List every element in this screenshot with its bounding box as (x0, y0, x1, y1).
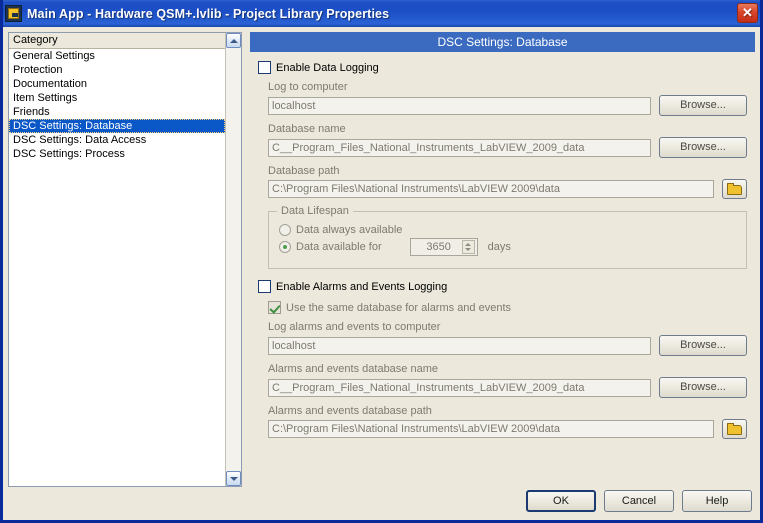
data-available-for-radio[interactable] (279, 241, 291, 253)
category-item-general-settings[interactable]: General Settings (9, 49, 225, 63)
enable-alarms-logging-row[interactable]: Enable Alarms and Events Logging (258, 280, 755, 293)
database-name-row: C__Program_Files_National_Instruments_La… (268, 137, 747, 158)
alarms-database-path-folder-button[interactable] (722, 419, 747, 439)
cancel-button[interactable]: Cancel (604, 490, 674, 512)
days-stepper-arrows-icon[interactable] (461, 240, 475, 254)
enable-alarms-logging-checkbox[interactable] (258, 280, 271, 293)
data-lifespan-title: Data Lifespan (277, 205, 353, 217)
enable-data-logging-row[interactable]: Enable Data Logging (258, 61, 755, 74)
database-name-browse-button[interactable]: Browse... (659, 137, 747, 158)
enable-data-logging-label: Enable Data Logging (276, 61, 379, 74)
category-item-dsc-settings-data-access[interactable]: DSC Settings: Data Access (9, 133, 225, 147)
title-bar: Main App - Hardware QSM+.lvlib - Project… (3, 0, 760, 27)
data-available-for-label: Data available for (296, 241, 382, 253)
days-stepper[interactable]: 3650 (409, 238, 478, 256)
dialog-footer: OK Cancel Help (518, 490, 752, 512)
window-title: Main App - Hardware QSM+.lvlib - Project… (27, 6, 390, 21)
log-alarms-to-computer-label: Log alarms and events to computer (268, 321, 441, 333)
log-alarms-to-computer-row: localhost Browse... (268, 335, 747, 356)
properties-dialog-window: Main App - Hardware QSM+.lvlib - Project… (0, 0, 763, 523)
ok-button[interactable]: OK (526, 490, 596, 512)
database-path-label: Database path (268, 165, 340, 177)
database-name-input[interactable]: C__Program_Files_National_Instruments_La… (268, 138, 651, 157)
data-lifespan-group: Data Lifespan Data always available Data… (268, 205, 747, 269)
category-item-dsc-settings-database[interactable]: DSC Settings: Database (9, 119, 225, 133)
alarms-database-name-label: Alarms and events database name (268, 363, 438, 375)
category-item-item-settings[interactable]: Item Settings (9, 91, 225, 105)
log-to-computer-browse-button[interactable]: Browse... (659, 95, 747, 116)
close-icon[interactable]: ✕ (737, 3, 758, 23)
log-to-computer-input[interactable]: localhost (268, 96, 651, 115)
alarms-database-name-input[interactable]: C__Program_Files_National_Instruments_La… (268, 378, 651, 397)
chevron-up-icon[interactable] (226, 33, 241, 48)
panel-content: Enable Data Logging Log to computer loca… (250, 61, 755, 439)
data-always-available-radio[interactable] (279, 224, 291, 236)
log-alarms-to-computer-browse-button[interactable]: Browse... (659, 335, 747, 356)
database-name-label: Database name (268, 123, 346, 135)
help-button[interactable]: Help (682, 490, 752, 512)
database-path-folder-button[interactable] (722, 179, 747, 199)
log-alarms-to-computer-input[interactable]: localhost (268, 336, 651, 355)
alarms-database-name-row: C__Program_Files_National_Instruments_La… (268, 377, 747, 398)
log-to-computer-row: localhost Browse... (268, 95, 747, 116)
alarms-database-path-input[interactable]: C:\Program Files\National Instruments\La… (268, 420, 714, 438)
days-units-label: days (487, 241, 511, 253)
folder-icon (727, 183, 742, 195)
database-path-input[interactable]: C:\Program Files\National Instruments\La… (268, 180, 714, 198)
log-to-computer-label: Log to computer (268, 81, 348, 93)
labview-library-icon (5, 5, 22, 22)
category-item-documentation[interactable]: Documentation (9, 77, 225, 91)
category-item-friends[interactable]: Friends (9, 105, 225, 119)
category-panel: Category General Settings Protection Doc… (8, 32, 242, 487)
alarms-database-name-browse-button[interactable]: Browse... (659, 377, 747, 398)
category-list-header: Category (9, 33, 225, 49)
enable-data-logging-checkbox[interactable] (258, 61, 271, 74)
category-item-protection[interactable]: Protection (9, 63, 225, 77)
category-list[interactable]: Category General Settings Protection Doc… (9, 33, 225, 486)
data-available-for-row[interactable]: Data available for 3650 days (279, 238, 746, 256)
data-always-available-label: Data always available (296, 224, 403, 236)
panel-title: DSC Settings: Database (250, 32, 755, 52)
same-database-row[interactable]: Use the same database for alarms and eve… (268, 301, 755, 314)
alarms-database-path-label: Alarms and events database path (268, 405, 432, 417)
data-always-available-row[interactable]: Data always available (279, 224, 746, 236)
chevron-down-icon[interactable] (226, 471, 241, 486)
same-database-label: Use the same database for alarms and eve… (286, 301, 512, 314)
folder-icon (727, 423, 742, 435)
alarms-database-path-row: C:\Program Files\National Instruments\La… (268, 419, 747, 439)
same-database-checkbox[interactable] (268, 301, 281, 314)
category-item-dsc-settings-process[interactable]: DSC Settings: Process (9, 147, 225, 161)
database-path-row: C:\Program Files\National Instruments\La… (268, 179, 747, 199)
dialog-body: Category General Settings Protection Doc… (3, 27, 760, 520)
settings-panel: DSC Settings: Database Enable Data Loggi… (250, 32, 755, 487)
enable-alarms-logging-label: Enable Alarms and Events Logging (276, 280, 448, 293)
category-scrollbar[interactable] (225, 33, 241, 486)
